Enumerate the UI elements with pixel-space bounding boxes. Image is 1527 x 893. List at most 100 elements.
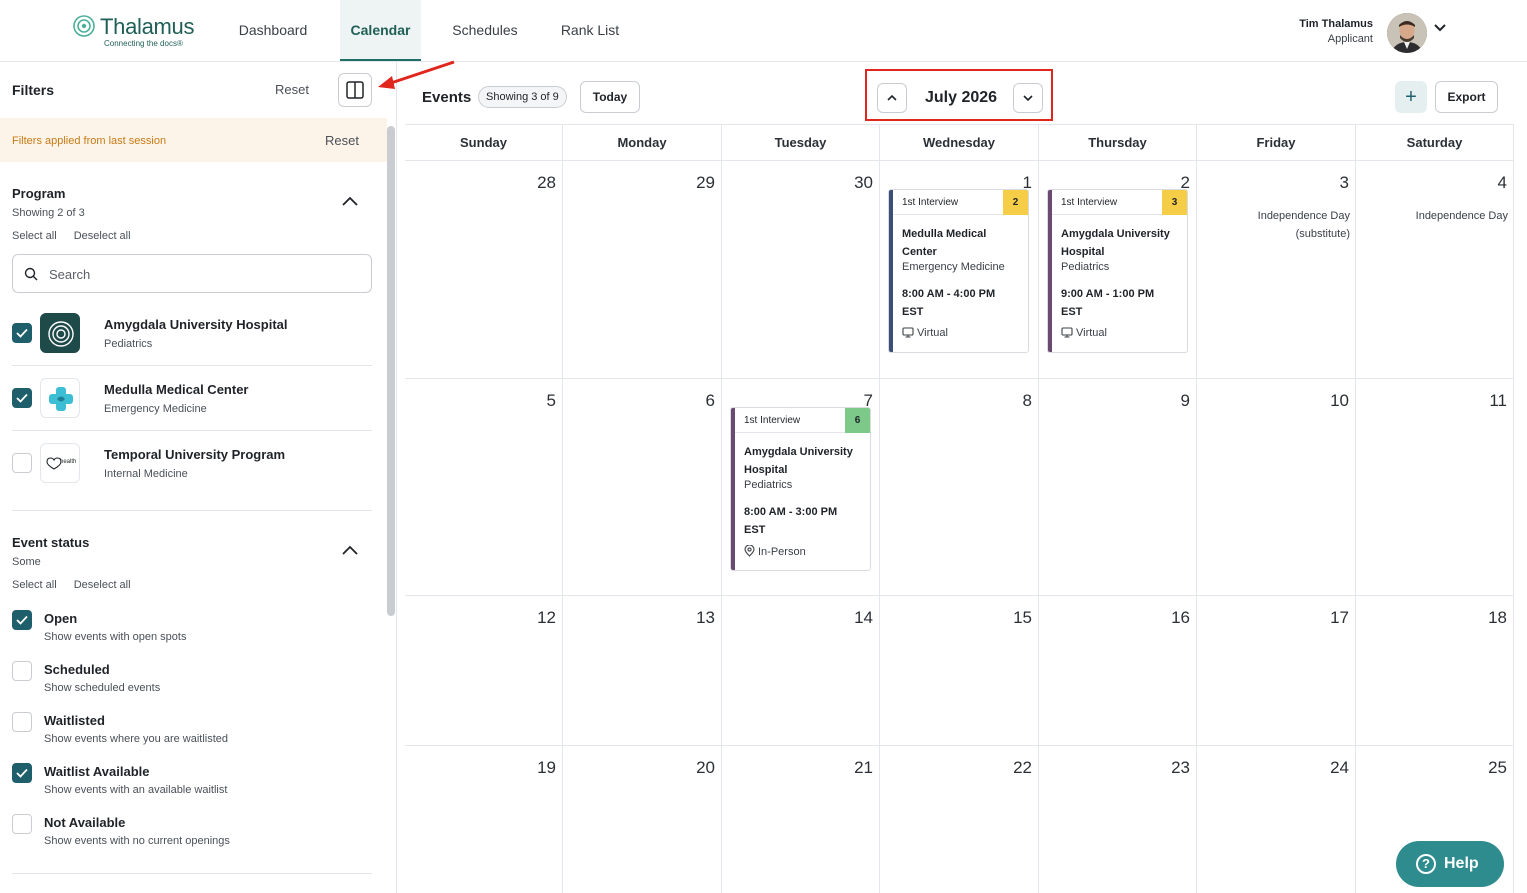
calendar-day-cell[interactable]: 17	[1197, 596, 1356, 746]
event-time: 9:00 AM - 1:00 PM EST	[1061, 288, 1155, 318]
user-name: Tim Thalamus	[1299, 18, 1373, 30]
filters-session-banner: Filters applied from last session Reset	[0, 118, 387, 162]
nav-tab-rank-list[interactable]: Rank List	[546, 0, 634, 61]
event-spots-badge: 2	[1003, 190, 1028, 215]
brand-tagline: Connecting the docs®	[104, 39, 183, 48]
day-number: 17	[1330, 608, 1349, 627]
calendar-day-cell[interactable]: 16	[1039, 596, 1197, 746]
event-card[interactable]: 1st Interview 6 Amygdala University Hospit…	[730, 407, 871, 571]
calendar-day-cell[interactable]: 23	[1039, 746, 1197, 893]
question-mark-icon: ?	[1416, 854, 1436, 874]
calendar-day-cell[interactable]: 7 1st Interview 6 Amygdala University Hospi…	[722, 379, 880, 596]
status-option-scheduled[interactable]: Scheduled Show scheduled events	[12, 661, 372, 709]
calendar-day-cell[interactable]: 30	[722, 161, 880, 379]
calendar-day-cell[interactable]: 22	[880, 746, 1039, 893]
program-item[interactable]: Amygdala University Hospital Pediatrics	[12, 301, 372, 366]
program-checkbox[interactable]	[12, 323, 32, 343]
calendar-day-cell[interactable]: 13	[563, 596, 722, 746]
calendar-day-cell[interactable]: 14	[722, 596, 880, 746]
calendar-day-cell[interactable]: 15	[880, 596, 1039, 746]
calendar-day-cell[interactable]: 24	[1197, 746, 1356, 893]
user-info[interactable]: Tim Thalamus Applicant	[1299, 18, 1373, 45]
event-header: 1st Interview 6	[735, 408, 870, 433]
program-item[interactable]: Medulla Medical Center Emergency Medicin…	[12, 366, 372, 431]
status-checkbox[interactable]	[12, 661, 32, 681]
day-number: 9	[1180, 391, 1190, 410]
status-checkbox[interactable]	[12, 610, 32, 630]
day-number: 21	[854, 758, 873, 777]
calendar-day-cell[interactable]: 21	[722, 746, 880, 893]
calendar-day-cell[interactable]: 19	[405, 746, 563, 893]
calendar-day-cell[interactable]: 5	[405, 379, 563, 596]
program-checkbox[interactable]	[12, 388, 32, 408]
calendar-day-cell[interactable]: 18	[1356, 596, 1514, 746]
previous-month-button[interactable]	[877, 83, 907, 113]
status-label: Open	[44, 611, 78, 626]
chevron-up-icon	[887, 94, 897, 101]
event-location-text: Virtual	[1076, 327, 1107, 339]
next-month-button[interactable]	[1013, 83, 1043, 113]
program-item[interactable]: health Temporal University Program Inter…	[12, 431, 372, 496]
program-section-subtitle: Showing 2 of 3	[12, 207, 85, 219]
status-checkbox[interactable]	[12, 763, 32, 783]
calendar-day-cell[interactable]: 4 Independence Day	[1356, 161, 1514, 379]
program-select-all[interactable]: Select all	[12, 230, 57, 242]
calendar-day-cell[interactable]: 2 1st Interview 3 Amygdala University Hospi…	[1039, 161, 1197, 379]
calendar-day-cell[interactable]: 20	[563, 746, 722, 893]
calendar-day-cell[interactable]: 9	[1039, 379, 1197, 596]
calendar-day-cell[interactable]: 1 1st Interview 2 Medulla Medical Center Eme…	[880, 161, 1039, 379]
export-button[interactable]: Export	[1435, 81, 1498, 113]
check-icon	[16, 615, 28, 625]
calendar-day-cell[interactable]: 10	[1197, 379, 1356, 596]
top-navigation: Thalamus Connecting the docs® Dashboard …	[0, 0, 1527, 62]
calendar-day-cell[interactable]: 29	[563, 161, 722, 379]
user-avatar[interactable]	[1387, 13, 1427, 53]
day-number: 12	[537, 608, 556, 627]
event-program: Amygdala University Hospital	[744, 446, 853, 476]
status-option-open[interactable]: Open Show events with open spots	[12, 610, 372, 658]
events-title: Events	[422, 89, 472, 106]
banner-reset-button[interactable]: Reset	[325, 133, 359, 148]
map-pin-icon	[744, 544, 755, 557]
program-name: Medulla Medical Center	[104, 382, 249, 397]
status-option-waitlist-available[interactable]: Waitlist Available Show events with an a…	[12, 763, 372, 811]
calendar-day-cell[interactable]: 3 Independence Day (substitute)	[1197, 161, 1356, 379]
program-search-input[interactable]	[49, 264, 349, 284]
calendar-main: Events Showing 3 of 9 Today July 2026 + …	[405, 62, 1514, 893]
add-event-button[interactable]: +	[1395, 81, 1427, 113]
nav-tab-schedules[interactable]: Schedules	[437, 0, 533, 61]
filters-reset-button[interactable]: Reset	[275, 82, 309, 97]
status-option-waitlisted[interactable]: Waitlisted Show events where you are wai…	[12, 712, 372, 760]
day-number: 5	[546, 391, 556, 410]
status-option-not-available[interactable]: Not Available Show events with no curren…	[12, 814, 372, 862]
thalamus-logo-icon	[73, 15, 95, 37]
chevron-down-icon[interactable]	[1432, 20, 1448, 36]
day-number: 4	[1497, 173, 1507, 192]
event-card[interactable]: 1st Interview 3 Amygdala University Hospit…	[1047, 189, 1188, 353]
calendar-day-cell[interactable]: 12	[405, 596, 563, 746]
nav-tab-calendar[interactable]: Calendar	[340, 0, 421, 61]
event-card[interactable]: 1st Interview 2 Medulla Medical Center Emer…	[888, 189, 1029, 353]
status-checkbox[interactable]	[12, 712, 32, 732]
calendar-day-cell[interactable]: 11	[1356, 379, 1514, 596]
filters-sidebar: Filters Reset Filters applied from last …	[0, 62, 397, 893]
calendar-day-cell[interactable]: 6	[563, 379, 722, 596]
calendar-day-cell[interactable]: 28	[405, 161, 563, 379]
event-status-select-all[interactable]: Select all	[12, 579, 57, 591]
event-status-deselect-all[interactable]: Deselect all	[74, 579, 131, 591]
program-deselect-all[interactable]: Deselect all	[74, 230, 131, 242]
weekday-header: Monday	[563, 125, 722, 161]
nav-tab-dashboard[interactable]: Dashboard	[222, 0, 324, 61]
brand-logo[interactable]: Thalamus Connecting the docs®	[72, 12, 202, 52]
sidebar-scrollbar[interactable]	[387, 126, 395, 616]
program-checkbox[interactable]	[12, 453, 32, 473]
chevron-up-icon[interactable]	[340, 194, 360, 208]
day-number: 19	[537, 758, 556, 777]
chevron-up-icon[interactable]	[340, 543, 360, 557]
toggle-sidebar-button[interactable]	[338, 73, 372, 107]
calendar-day-cell[interactable]: 8	[880, 379, 1039, 596]
help-button[interactable]: ? Help	[1396, 841, 1504, 887]
brand-name: Thalamus	[100, 14, 195, 39]
today-button[interactable]: Today	[580, 81, 640, 113]
status-checkbox[interactable]	[12, 814, 32, 834]
